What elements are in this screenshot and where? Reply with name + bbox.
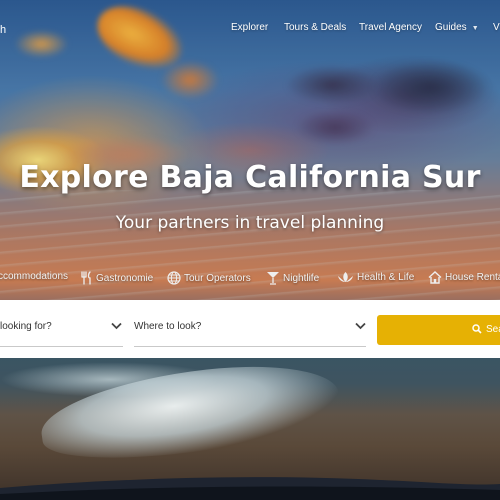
category-house-rental[interactable]: House Renta: [428, 271, 500, 284]
lotus-icon: [338, 272, 353, 282]
cocktail-icon: [267, 272, 279, 285]
hero-subtitle: Your partners in travel planning: [115, 213, 385, 233]
nav-explorer[interactable]: Explorer: [231, 22, 268, 33]
chevron-down-icon: ▼: [471, 25, 479, 32]
house-icon: [428, 271, 442, 284]
category-health-life[interactable]: Health & Life: [337, 271, 414, 284]
category-gastronomie[interactable]: Gastronomie: [80, 271, 153, 285]
search-icon: [472, 324, 482, 334]
main-nav: Explorer Tours & Deals Travel Agency Gui…: [0, 22, 500, 38]
bottom-wave-divider: [0, 477, 500, 500]
utensils-icon: [81, 271, 91, 285]
category-bar: ccommodations Gastronomie Tour Operators…: [0, 271, 500, 289]
globe-icon: [167, 271, 181, 285]
category-tour-operators[interactable]: Tour Operators: [167, 271, 251, 285]
what-dropdown[interactable]: looking for?: [0, 314, 123, 347]
search-button[interactable]: Sea: [377, 315, 500, 345]
nav-guides[interactable]: Guides ▼: [435, 22, 479, 33]
hero-title: Explore Baja California Sur: [19, 160, 481, 195]
chevron-down-icon: [111, 322, 122, 330]
nav-more[interactable]: V: [493, 22, 500, 33]
where-placeholder: Where to look?: [134, 321, 202, 332]
chevron-down-icon: [355, 322, 366, 330]
nav-tours-deals[interactable]: Tours & Deals: [284, 22, 346, 33]
search-bar: looking for? Where to look? Sea: [0, 300, 500, 358]
category-accommodations[interactable]: ccommodations: [0, 271, 68, 282]
nav-travel-agency[interactable]: Travel Agency: [359, 22, 422, 33]
category-nightlife[interactable]: Nightlife: [266, 271, 319, 285]
where-dropdown[interactable]: Where to look?: [134, 314, 366, 347]
search-button-label: Sea: [486, 324, 500, 335]
hero-section: [0, 0, 500, 500]
what-placeholder: looking for?: [0, 321, 52, 332]
